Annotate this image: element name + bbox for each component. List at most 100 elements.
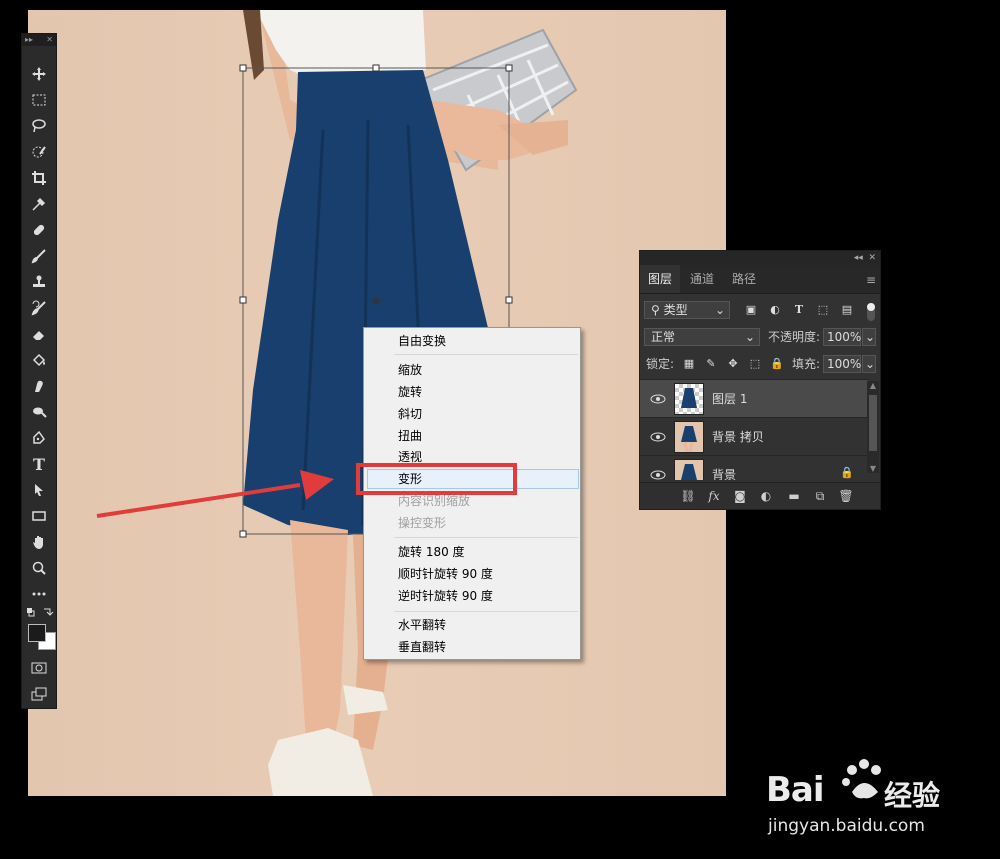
swap-colors-icon[interactable] [26,606,54,618]
more-tools-icon[interactable] [28,584,50,604]
eraser-tool-icon[interactable] [28,324,50,344]
lock-artboard-icon[interactable]: ⬚ [748,357,762,371]
filter-type-icon[interactable]: T [792,303,806,317]
menu-item-rotate-90-ccw[interactable]: 逆时针旋转 90 度 [398,586,493,606]
layer-thumb-photo [681,426,697,453]
baidu-watermark: Bai 经验 jingyan.baidu.com [766,752,996,842]
menu-item-skew[interactable]: 斜切 [398,404,422,424]
brush-tool-icon[interactable] [28,246,50,266]
dodge-tool-icon[interactable] [28,402,50,422]
layer-thumb-skirt [681,388,697,408]
filter-shape-icon[interactable]: ⬚ [816,303,830,317]
layer-thumbnail [674,421,704,453]
fill-field[interactable]: 100% [823,355,861,373]
paint-bucket-tool-icon[interactable] [28,350,50,370]
menu-item-scale[interactable]: 缩放 [398,360,422,380]
adjustment-layer-icon[interactable]: ◐ [758,488,774,504]
layers-panel-header[interactable]: ◂◂ ✕ [640,251,880,265]
pen-tool-icon[interactable] [28,428,50,448]
new-layer-icon[interactable]: ⧉ [812,488,828,504]
chevron-down-icon: ⌄ [744,330,755,344]
layer-thumbnail [674,459,704,480]
opacity-field[interactable]: 100% [823,328,861,346]
scrollbar-thumb[interactable] [869,395,877,451]
layer-row-background-copy[interactable]: 背景 拷贝 [640,417,868,456]
layer-row-1[interactable]: 图层 1 [640,379,868,418]
screen-mode-icon[interactable] [28,684,50,704]
new-group-icon[interactable]: ▬ [786,488,802,504]
layer-name[interactable]: 背景 拷贝 [712,428,764,445]
zoom-tool-icon[interactable] [28,558,50,578]
menu-item-rotate-180[interactable]: 旋转 180 度 [398,542,465,562]
menu-item-free-transform[interactable]: 自由变换 [398,331,446,351]
foreground-color-swatch[interactable] [28,624,46,642]
lock-icon: 🔒 [840,466,854,479]
menu-item-rotate-90-cw[interactable]: 顺时针旋转 90 度 [398,564,493,584]
watermark-url: jingyan.baidu.com [768,816,925,836]
tab-paths[interactable]: 路径 [724,265,764,293]
fill-chevron-icon[interactable]: ⌄ [862,355,876,373]
lock-position-icon[interactable]: ✥ [726,357,740,371]
tools-panel-header[interactable]: ▸▸ ✕ [22,34,56,46]
filter-pixel-icon[interactable]: ▣ [744,303,758,317]
layer-thumbnail [674,383,704,415]
menu-item-rotate[interactable]: 旋转 [398,382,422,402]
lock-transparent-icon[interactable]: ▦ [682,357,696,371]
search-icon: ⚲ [651,303,660,317]
path-select-tool-icon[interactable] [28,480,50,500]
layer-thumb-photo [681,464,697,480]
filter-adjustment-icon[interactable]: ◐ [768,303,782,317]
layer-row-background[interactable]: 背景 🔒 [640,455,868,480]
tab-channels[interactable]: 通道 [682,265,722,293]
visibility-eye-icon[interactable] [650,391,666,407]
color-swatches[interactable] [26,622,56,652]
eyedropper-tool-icon[interactable] [28,194,50,214]
opacity-chevron-icon[interactable]: ⌄ [862,328,876,346]
visibility-eye-icon[interactable] [650,429,666,445]
menu-item-flip-horizontal[interactable]: 水平翻转 [398,615,446,635]
blend-mode-value: 正常 [651,330,676,344]
opacity-label: 不透明度: [768,330,821,344]
lock-label: 锁定: [646,357,675,371]
lock-paint-icon[interactable]: ✎ [704,357,718,371]
add-mask-icon[interactable]: ◙ [732,488,748,504]
menu-separator [394,537,578,538]
annotation-highlight-box [356,463,517,495]
menu-item-flip-vertical[interactable]: 垂直翻转 [398,637,446,657]
filter-smart-object-icon[interactable]: ▤ [840,303,854,317]
lock-all-icon[interactable]: 🔒 [770,357,784,371]
blend-mode-select[interactable]: 正常 ⌄ [644,328,760,346]
move-tool-icon[interactable] [28,64,50,84]
layer-name[interactable]: 图层 1 [712,390,747,407]
layers-scrollbar[interactable]: ▲ ▼ [867,381,879,473]
quick-mask-icon[interactable] [28,658,50,678]
healing-brush-tool-icon[interactable] [28,220,50,240]
layer-filter-select[interactable]: ⚲ 类型 ⌄ [644,301,730,319]
scroll-down-icon[interactable]: ▼ [867,464,879,473]
filter-toggle[interactable] [867,303,875,321]
watermark-brand-cn: 经验 [884,779,941,812]
lasso-tool-icon[interactable] [28,116,50,136]
hand-tool-icon[interactable] [28,532,50,552]
smudge-tool-icon[interactable] [28,376,50,396]
crop-tool-icon[interactable] [28,168,50,188]
menu-separator [394,611,578,612]
menu-separator [394,354,578,355]
fx-icon[interactable]: fx [706,488,722,504]
delete-layer-icon[interactable]: 🗑 [838,488,854,504]
tab-layers[interactable]: 图层 [640,265,681,293]
layer-filter-kind: 类型 [663,303,688,317]
menu-item-distort[interactable]: 扭曲 [398,426,422,446]
link-layers-icon[interactable]: ⛓ [680,488,696,504]
layer-name[interactable]: 背景 [712,466,736,480]
scroll-up-icon[interactable]: ▲ [867,381,879,390]
stamp-tool-icon[interactable] [28,272,50,292]
rectangle-tool-icon[interactable] [28,506,50,526]
visibility-eye-icon[interactable] [650,467,666,480]
panel-menu-icon[interactable]: ≡ [866,273,876,287]
layers-panel: ◂◂ ✕ 图层 通道 路径 ≡ ⚲ 类型 ⌄ ▣ ◐ T ⬚ ▤ 正常 ⌄ 不透… [639,250,881,510]
history-brush-tool-icon[interactable] [28,298,50,318]
marquee-tool-icon[interactable] [28,90,50,110]
type-tool-icon[interactable]: T [28,454,50,474]
quick-select-tool-icon[interactable] [28,142,50,162]
